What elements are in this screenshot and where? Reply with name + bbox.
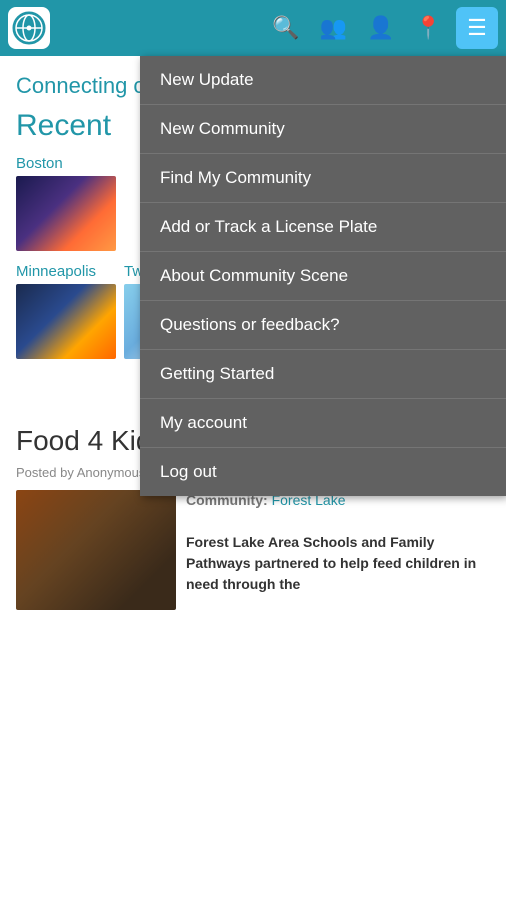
dropdown-item-questions-feedback[interactable]: Questions or feedback? (140, 301, 506, 350)
search-icon[interactable]: 🔍 (266, 9, 305, 47)
dropdown-item-log-out[interactable]: Log out (140, 448, 506, 496)
location-icon[interactable]: 📍 (409, 9, 448, 47)
add-people-icon[interactable]: 👥 (314, 9, 353, 47)
post-image (16, 490, 176, 610)
dropdown-item-new-update[interactable]: New Update (140, 56, 506, 105)
app-logo[interactable] (8, 7, 50, 49)
post-body: Community: Forest Lake Forest Lake Area … (16, 490, 490, 610)
dropdown-item-new-community[interactable]: New Community (140, 105, 506, 154)
post-text: Community: Forest Lake Forest Lake Area … (186, 490, 490, 610)
dropdown-item-about-community-scene[interactable]: About Community Scene (140, 252, 506, 301)
city-img-minneapolis (16, 284, 116, 359)
dropdown-menu: New UpdateNew CommunityFind My Community… (140, 56, 506, 496)
post-description: Forest Lake Area Schools and Family Path… (186, 534, 476, 592)
dropdown-item-my-account[interactable]: My account (140, 399, 506, 448)
dropdown-item-add-track-license[interactable]: Add or Track a License Plate (140, 203, 506, 252)
city-img-boston (16, 176, 116, 251)
city-minneapolis[interactable]: Minneapolis (16, 263, 116, 359)
city-name-minneapolis: Minneapolis (16, 263, 96, 280)
menu-button[interactable]: ☰ (456, 7, 498, 49)
app-header: 🔍 👥 👤 📍 ☰ (0, 0, 506, 56)
dropdown-item-getting-started[interactable]: Getting Started (140, 350, 506, 399)
dropdown-item-find-my-community[interactable]: Find My Community (140, 154, 506, 203)
city-name-boston: Boston (16, 155, 63, 172)
profile-icon[interactable]: 👤 (361, 9, 400, 47)
city-boston[interactable]: Boston (16, 155, 116, 251)
